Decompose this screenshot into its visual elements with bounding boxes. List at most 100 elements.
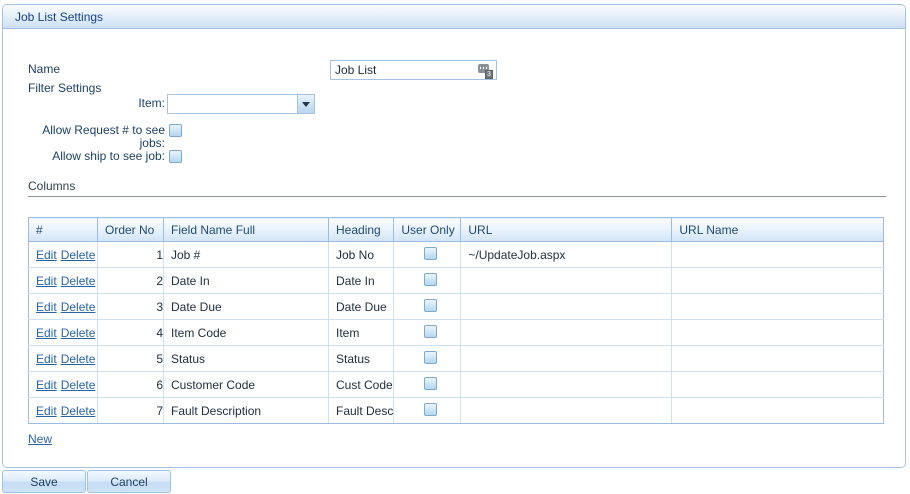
field-name-full-cell: Status xyxy=(164,346,329,372)
url-cell xyxy=(461,268,672,294)
edit-row-link[interactable]: Edit xyxy=(36,300,57,314)
row-actions-cell: Edit Delete xyxy=(29,346,98,372)
url-name-cell xyxy=(672,242,884,268)
column-header-user-only[interactable]: User Only xyxy=(394,218,461,242)
columns-grid: #Order NoField Name FullHeadingUser Only… xyxy=(28,217,884,424)
user-only-cell xyxy=(394,398,461,424)
new-row-link[interactable]: New xyxy=(28,432,52,446)
item-combobox-value xyxy=(172,97,294,112)
user-only-cell xyxy=(394,294,461,320)
url-cell xyxy=(461,372,672,398)
user-only-checkbox[interactable] xyxy=(424,247,437,260)
combo-trigger-button[interactable] xyxy=(297,95,314,113)
url-cell xyxy=(461,320,672,346)
heading-cell: Date In xyxy=(329,268,394,294)
url-name-cell xyxy=(672,398,884,424)
heading-cell: Date Due xyxy=(329,294,394,320)
url-name-cell xyxy=(672,294,884,320)
field-name-full-cell: Date Due xyxy=(164,294,329,320)
order-no-cell: 5 xyxy=(98,346,164,372)
edit-row-link[interactable]: Edit xyxy=(36,274,57,288)
user-only-checkbox[interactable] xyxy=(424,273,437,286)
edit-row-link[interactable]: Edit xyxy=(36,326,57,340)
row-actions-cell: Edit Delete xyxy=(29,268,98,294)
edit-row-link[interactable]: Edit xyxy=(36,404,57,418)
heading-cell: Cust Code xyxy=(329,372,394,398)
order-no-cell: 7 xyxy=(98,398,164,424)
column-header-order-no[interactable]: Order No xyxy=(98,218,164,242)
column-header-col[interactable]: # xyxy=(29,218,98,242)
url-name-cell xyxy=(672,346,884,372)
panel-body: Name Job List 3 Filter Settings Item: Al… xyxy=(3,29,905,468)
user-only-cell xyxy=(394,372,461,398)
row-actions-cell: Edit Delete xyxy=(29,372,98,398)
user-only-checkbox[interactable] xyxy=(424,403,437,416)
url-name-cell xyxy=(672,372,884,398)
table-header-row: #Order NoField Name FullHeadingUser Only… xyxy=(29,218,884,242)
delete-row-link[interactable]: Delete xyxy=(61,248,96,262)
url-cell xyxy=(461,346,672,372)
save-button[interactable]: Save xyxy=(2,470,86,493)
user-only-checkbox[interactable] xyxy=(424,325,437,338)
columns-table: #Order NoField Name FullHeadingUser Only… xyxy=(28,217,884,424)
row-actions-cell: Edit Delete xyxy=(29,320,98,346)
item-combobox[interactable] xyxy=(167,94,315,114)
delete-row-link[interactable]: Delete xyxy=(61,326,96,340)
table-row: EditDelete5StatusStatus xyxy=(29,346,884,372)
allow-request-checkbox[interactable] xyxy=(169,124,182,137)
url-name-cell xyxy=(672,268,884,294)
item-label: Item: xyxy=(25,97,165,110)
columns-section-legend: Columns xyxy=(28,179,886,197)
user-only-cell xyxy=(394,320,461,346)
translations-icon[interactable]: 3 xyxy=(478,63,494,79)
row-actions-cell: Edit Delete xyxy=(29,242,98,268)
field-name-full-cell: Fault Description xyxy=(164,398,329,424)
cancel-button[interactable]: Cancel xyxy=(87,470,171,493)
table-row: EditDelete4Item CodeItem xyxy=(29,320,884,346)
url-name-cell xyxy=(672,320,884,346)
user-only-cell xyxy=(394,242,461,268)
table-row: EditDelete3Date DueDate Due xyxy=(29,294,884,320)
table-row: EditDelete2Date InDate In xyxy=(29,268,884,294)
delete-row-link[interactable]: Delete xyxy=(61,404,96,418)
user-only-checkbox[interactable] xyxy=(424,299,437,312)
row-actions-cell: Edit Delete xyxy=(29,294,98,320)
order-no-cell: 2 xyxy=(98,268,164,294)
column-header-url-name[interactable]: URL Name xyxy=(672,218,884,242)
field-name-full-cell: Date In xyxy=(164,268,329,294)
url-cell xyxy=(461,398,672,424)
panel-header: Job List Settings xyxy=(3,5,905,29)
name-label: Name xyxy=(28,62,60,76)
user-only-checkbox[interactable] xyxy=(424,351,437,364)
allow-ship-label: Allow ship to see job: xyxy=(25,150,165,163)
heading-cell: Fault Desc xyxy=(329,398,394,424)
delete-row-link[interactable]: Delete xyxy=(61,274,96,288)
edit-row-link[interactable]: Edit xyxy=(36,248,57,262)
column-header-heading[interactable]: Heading xyxy=(329,218,394,242)
allow-ship-checkbox[interactable] xyxy=(169,150,182,163)
job-list-settings-screen: Job List Settings Name Job List 3 Filter… xyxy=(0,0,910,494)
url-cell xyxy=(461,294,672,320)
table-row: EditDelete1Job #Job No~/UpdateJob.aspx xyxy=(29,242,884,268)
panel-title: Job List Settings xyxy=(15,10,103,24)
translations-count-badge: 3 xyxy=(485,70,493,79)
table-row: Edit Delete6Customer CodeCust Code xyxy=(29,372,884,398)
name-input-value: Job List xyxy=(335,63,376,77)
user-only-cell xyxy=(394,268,461,294)
order-no-cell: 6 xyxy=(98,372,164,398)
table-row: Edit Delete7Fault DescriptionFault Desc xyxy=(29,398,884,424)
field-name-full-cell: Job # xyxy=(164,242,329,268)
name-input[interactable]: Job List 3 xyxy=(330,60,497,80)
heading-cell: Status xyxy=(329,346,394,372)
user-only-checkbox[interactable] xyxy=(424,377,437,390)
field-name-full-cell: Item Code xyxy=(164,320,329,346)
delete-row-link[interactable]: Delete xyxy=(61,378,96,392)
filter-settings-label: Filter Settings xyxy=(28,81,101,95)
column-header-url[interactable]: URL xyxy=(461,218,672,242)
column-header-field-name-full[interactable]: Field Name Full xyxy=(164,218,329,242)
field-name-full-cell: Customer Code xyxy=(164,372,329,398)
delete-row-link[interactable]: Delete xyxy=(61,352,96,366)
edit-row-link[interactable]: Edit xyxy=(36,352,57,366)
edit-row-link[interactable]: Edit xyxy=(36,378,57,392)
delete-row-link[interactable]: Delete xyxy=(61,300,96,314)
